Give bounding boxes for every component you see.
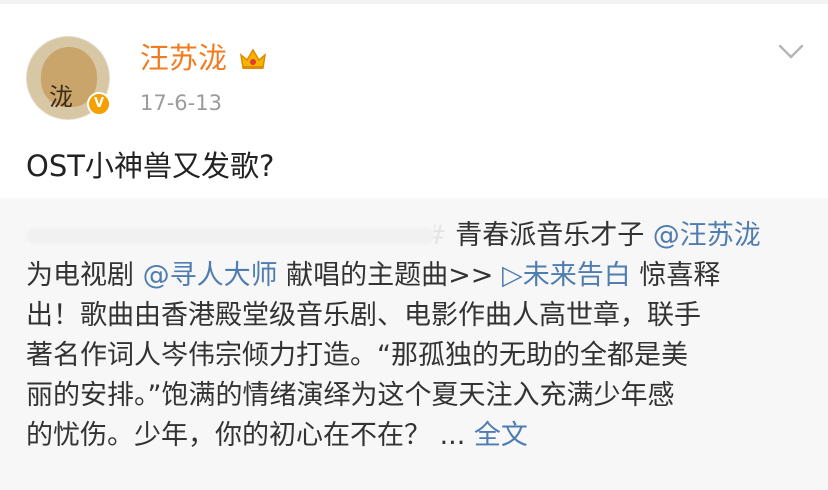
- blurred-username: [26, 222, 434, 250]
- mention-link[interactable]: @汪苏泷: [653, 220, 761, 251]
- mention-link[interactable]: @寻人大师: [143, 260, 278, 291]
- repost-line: 为电视剧 @寻人大师 献唱的主题曲>> ▷未来告白 惊喜释: [26, 256, 806, 296]
- verified-badge-icon: [87, 92, 111, 116]
- top-divider: [0, 0, 828, 4]
- post-text: OST小神兽又发歌?: [26, 149, 275, 183]
- post-date: 17-6-13: [140, 91, 222, 115]
- avatar-text: 泷: [49, 83, 73, 111]
- repost-block[interactable]: # 青春派音乐才子 @汪苏泷 为电视剧 @寻人大师 献唱的主题曲>> ▷未来告白…: [0, 198, 828, 490]
- username[interactable]: 汪苏泷: [140, 38, 227, 78]
- repost-line: 丽的安排。”饱满的情绪演绎为这个夏天注入充满少年感: [26, 380, 675, 411]
- full-text-link[interactable]: 全文: [474, 420, 528, 451]
- repost-line-text: 惊喜释: [630, 260, 721, 291]
- repost-line: 著名作词人岑伟宗倾力打造。“那孤独的无助的全都是美: [26, 340, 688, 371]
- crown-icon[interactable]: [238, 46, 268, 72]
- weibo-post-card: 泷 汪苏泷 17-6-13 OST小神兽又发歌? # 青春派音乐才子 @汪苏泷 …: [0, 0, 828, 490]
- repost-text: # 青春派音乐才子 @汪苏泷 为电视剧 @寻人大师 献唱的主题曲>> ▷未来告白…: [26, 216, 806, 456]
- repost-line: # 青春派音乐才子 @汪苏泷: [26, 216, 806, 256]
- repost-line-text: 献唱的主题曲>>: [277, 260, 503, 291]
- repost-line-text: 的忧伤。少年，你的初心在不在？ ...: [26, 420, 474, 451]
- repost-line-text: 青春派音乐才子: [446, 220, 653, 251]
- repost-line: 的忧伤。少年，你的初心在不在？ ... 全文: [26, 416, 806, 456]
- repost-line: 出！歌曲由香港殿堂级音乐剧、电影作曲人高世章，联手: [26, 300, 701, 331]
- repost-line-text: 为电视剧: [26, 260, 143, 291]
- chevron-down-icon[interactable]: [778, 42, 804, 62]
- music-link[interactable]: ▷未来告白: [502, 260, 631, 291]
